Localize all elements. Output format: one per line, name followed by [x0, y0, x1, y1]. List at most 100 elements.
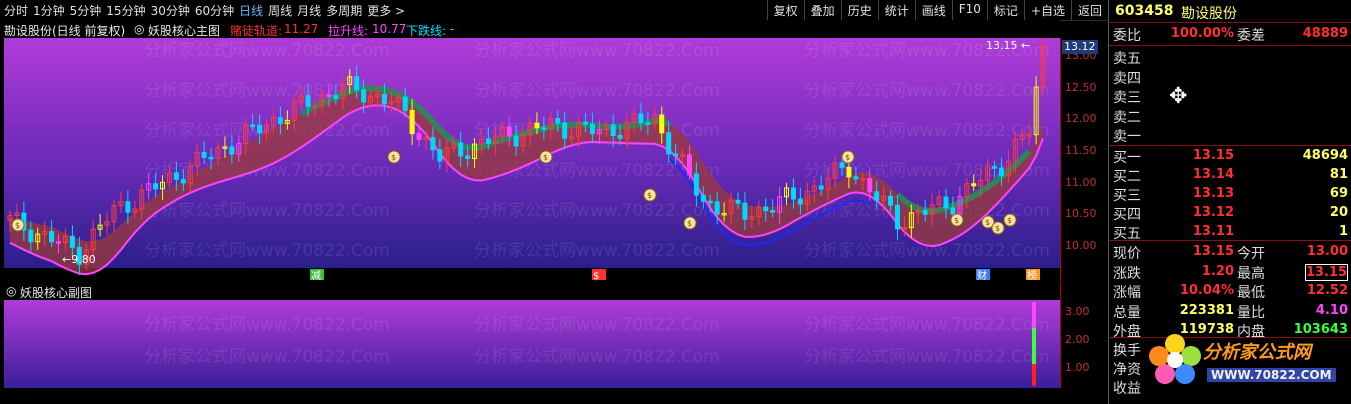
toolbar-button[interactable]: 统计 [877, 0, 915, 20]
candle-body[interactable] [589, 123, 595, 135]
toolbar-button[interactable]: 复权 [766, 0, 804, 20]
candle-body[interactable] [361, 89, 367, 103]
toolbar-button[interactable]: 返回 [1070, 0, 1108, 20]
candle-body[interactable] [998, 167, 1004, 177]
toolbar-button[interactable]: +自选 [1023, 0, 1071, 20]
candle-body[interactable] [839, 162, 845, 168]
candle-body[interactable] [867, 177, 873, 193]
candle-body[interactable] [402, 96, 408, 111]
settings-icon[interactable]: ◎ [6, 284, 16, 298]
toolbar-button[interactable]: 画线 [914, 0, 952, 20]
candle-body[interactable] [666, 132, 672, 155]
candle-body[interactable] [853, 176, 859, 180]
candle-body[interactable] [257, 124, 263, 134]
candle-body[interactable] [790, 187, 796, 200]
candle-body[interactable] [659, 114, 665, 134]
period-tab[interactable]: 更多 > [367, 2, 410, 19]
candle-body[interactable] [874, 191, 880, 201]
candle-body[interactable] [894, 204, 900, 230]
toolbar-button[interactable]: 历史 [840, 0, 878, 20]
candle-body[interactable] [888, 195, 894, 206]
candle-body[interactable] [582, 121, 588, 125]
candle-body[interactable] [180, 178, 186, 184]
candle-body[interactable] [485, 138, 491, 144]
period-tab[interactable]: 30分钟 [151, 2, 195, 19]
period-tab[interactable]: 分时 [4, 2, 33, 19]
candle-body[interactable] [707, 200, 713, 204]
candle-body[interactable] [354, 76, 360, 91]
candle-body[interactable] [208, 156, 214, 160]
bid-price: 13.12 [1192, 205, 1234, 220]
candle-body[interactable] [555, 118, 561, 124]
period-tab[interactable]: 月线 [297, 2, 326, 19]
candle-body[interactable] [541, 127, 547, 130]
candle-body[interactable] [513, 135, 519, 147]
indicator-name[interactable]: 妖股核心主图 [148, 22, 220, 39]
candle-body[interactable] [506, 126, 512, 137]
candlestick-chart[interactable]: 分析家公式网www.70822.Com 分析家公式网www.70822.Com 分析… [4, 38, 1060, 281]
candle-body[interactable] [326, 94, 332, 98]
period-tab[interactable]: 5分钟 [70, 2, 107, 19]
candle-body[interactable] [992, 166, 998, 169]
candle-body[interactable] [714, 201, 720, 215]
event-marker[interactable]: 减 [311, 270, 321, 281]
candle-body[interactable] [846, 166, 852, 178]
money-bag-symbol: $ [985, 218, 990, 227]
period-tab[interactable]: 60分钟 [195, 2, 239, 19]
candle-body[interactable] [153, 183, 159, 190]
event-marker[interactable]: 财 [977, 269, 987, 281]
candle-body[interactable] [305, 95, 311, 107]
candle-body[interactable] [673, 153, 679, 157]
candle-body[interactable] [742, 202, 748, 220]
candle-body[interactable] [465, 155, 471, 160]
candle-body[interactable] [69, 235, 75, 248]
candle-body[interactable] [277, 117, 283, 124]
candle-body[interactable] [381, 93, 387, 105]
period-tab[interactable]: 周线 [268, 2, 297, 19]
candle-body[interactable] [437, 149, 443, 162]
candle-body[interactable] [950, 207, 956, 215]
candle-body[interactable] [250, 124, 256, 128]
toolbar-button[interactable]: 叠加 [803, 0, 841, 20]
period-tab[interactable]: 15分钟 [106, 2, 150, 19]
candle-body[interactable] [797, 198, 803, 205]
toolbar-button[interactable]: F10 [951, 0, 987, 20]
candle-body[interactable] [693, 173, 699, 196]
candle-body[interactable] [458, 142, 464, 157]
candle-body[interactable] [430, 137, 436, 151]
candle-body[interactable] [173, 172, 179, 180]
candle-body[interactable] [700, 194, 706, 202]
candle-body[interactable] [201, 151, 207, 158]
candle-body[interactable] [943, 196, 949, 209]
candle-body[interactable] [617, 135, 623, 139]
candle-body[interactable] [229, 146, 235, 155]
candle-body[interactable] [763, 206, 769, 212]
candle-body[interactable] [922, 209, 928, 215]
candle-body[interactable] [56, 241, 62, 244]
sub-indicator-name[interactable]: 妖股核心副图 [20, 284, 92, 301]
candle-body[interactable] [818, 185, 824, 190]
candle-body[interactable] [770, 210, 776, 213]
candle-body[interactable] [735, 199, 741, 204]
sub-chart[interactable]: 分析家公式网www.70822.Com 分析家公式网www.70822.Com 分析… [4, 300, 1060, 388]
candle-body[interactable] [28, 229, 34, 243]
period-tab[interactable]: 多周期 [326, 2, 367, 19]
period-tab[interactable]: 1分钟 [33, 2, 70, 19]
toolbar-button[interactable]: 标记 [986, 0, 1024, 20]
candle-body[interactable] [125, 201, 131, 213]
candle-body[interactable] [610, 124, 616, 137]
event-marker[interactable]: $ [593, 271, 599, 281]
candle-body[interactable] [333, 95, 339, 100]
settings-icon[interactable]: ◎ [134, 22, 144, 36]
period-tab[interactable]: 日线 [239, 2, 268, 19]
candle-body[interactable] [416, 133, 422, 140]
candle-body[interactable] [409, 109, 415, 135]
candle-body[interactable] [686, 154, 692, 175]
candle-body[interactable] [562, 122, 568, 139]
candle-body[interactable] [645, 122, 651, 125]
candle-body[interactable] [638, 113, 644, 124]
candle-body[interactable] [534, 122, 540, 129]
candle-body[interactable] [49, 230, 55, 243]
candle-body[interactable] [971, 183, 977, 187]
event-marker[interactable]: 榜 [1027, 269, 1037, 281]
